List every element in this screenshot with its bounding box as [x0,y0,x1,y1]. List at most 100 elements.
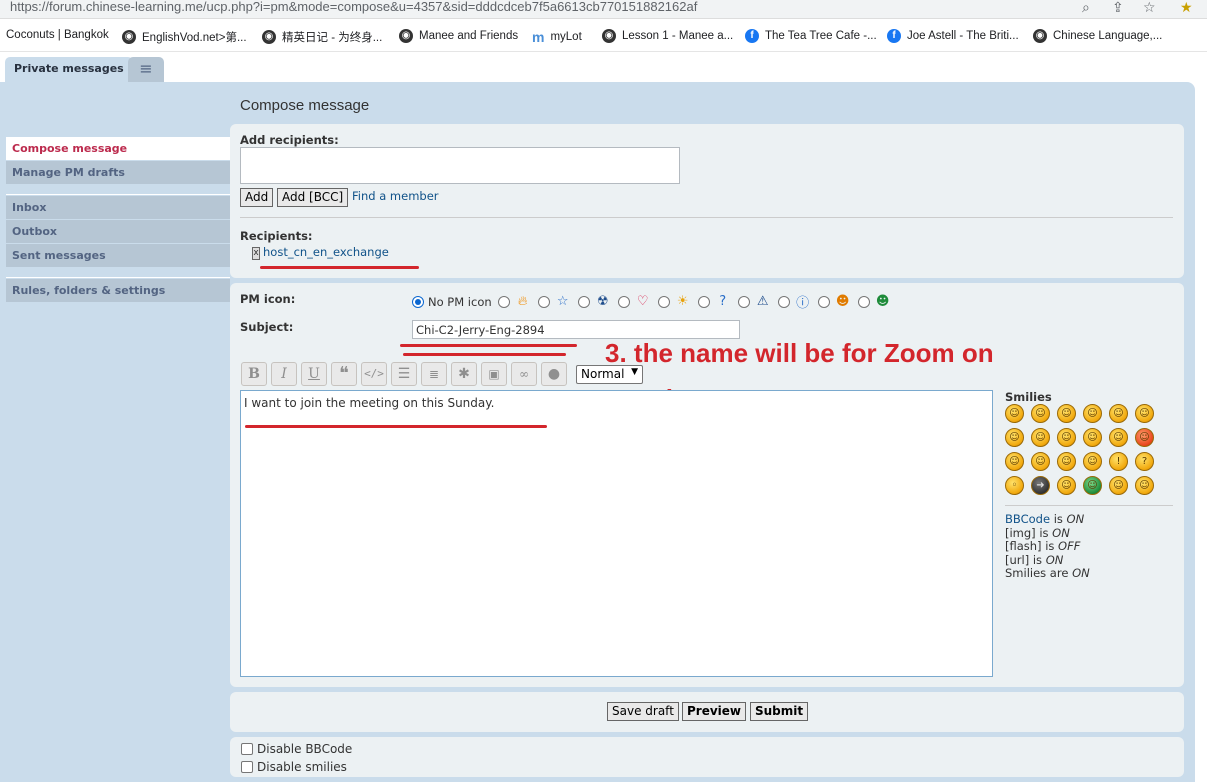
geek-icon[interactable]: ☺ [1109,476,1128,495]
pm-icon-question-option[interactable]: ? [697,294,732,309]
sidebar-item-sent[interactable]: Sent messages [6,244,230,268]
preview-button[interactable]: Preview [682,702,747,721]
radio-selected[interactable] [412,295,424,308]
twisted-icon[interactable]: ☺ [1057,452,1076,471]
extension-icon[interactable]: ★ [1180,0,1193,16]
radio[interactable] [577,295,590,308]
add-bcc-button[interactable]: Add [BCC] [277,188,349,207]
mad-icon[interactable]: ☺ [1083,428,1102,447]
add-button[interactable]: Add [240,188,274,207]
add-recipients-textarea[interactable] [240,147,680,184]
pm-icon-fire-option[interactable]: 🔥︎ [497,294,532,309]
pm-icon-sick-option[interactable]: ☻ [857,294,892,309]
menu-icon[interactable]: ≡ [128,57,164,82]
color-icon[interactable]: ● [541,362,567,386]
sidebar-item-drafts[interactable]: Manage PM drafts [6,161,230,185]
disable-smilies-option[interactable]: Disable smilies [241,760,347,774]
pm-icon-star-option[interactable]: ☆ [537,294,572,309]
sidebar-item-compose[interactable]: Compose message [6,137,230,161]
sidebar-item-outbox[interactable]: Outbox [6,220,230,244]
bookmark-joeastell[interactable]: f Joe Astell - The Briti... [887,29,1019,43]
smile-icon[interactable]: ☺ [1031,404,1050,423]
code-icon[interactable]: </> [361,362,387,386]
pm-icon-radioactive-option[interactable]: ☢ [577,294,612,309]
remove-recipient-button[interactable]: x [252,247,260,260]
image-icon[interactable]: ▣ [481,362,507,386]
radio[interactable] [537,295,550,308]
disable-bbcode-option[interactable]: Disable BBCode [241,742,352,756]
pm-icon-warning-option[interactable]: ⚠ [737,294,772,309]
annotation-underline [403,353,566,356]
exclaim-icon[interactable]: ! [1109,452,1128,471]
confused-icon[interactable]: ☺ [1005,428,1024,447]
sick-icon[interactable]: ☺ [1083,476,1102,495]
radio[interactable] [617,295,630,308]
arrow-icon[interactable]: ➜ [1031,476,1050,495]
razz-icon[interactable]: ☺ [1109,428,1128,447]
surprised-icon[interactable]: ☺ [1109,404,1128,423]
smile-icon[interactable]: ☺ [1005,452,1024,471]
underline-icon[interactable]: U [301,362,327,386]
pm-icon-info-option[interactable]: ⓘ [777,292,812,311]
save-draft-button[interactable]: Save draft [607,702,679,721]
radio[interactable] [777,295,790,308]
tab-private-messages[interactable]: Private messages [5,57,133,84]
cool-icon[interactable]: ☺ [1031,428,1050,447]
question-icon[interactable]: ? [1135,452,1154,471]
italic-icon[interactable]: I [271,362,297,386]
share-icon[interactable]: ⇪ [1112,0,1124,16]
bookmark-coconuts[interactable]: Coconuts | Bangkok [6,29,109,41]
ordered-list-icon[interactable]: ≣ [421,362,447,386]
message-textarea[interactable]: I want to join the meeting on this Sunda… [240,390,993,677]
smile-icon[interactable]: ☺ [1083,404,1102,423]
list-icon[interactable]: ☰ [391,362,417,386]
bookmark-manee[interactable]: ◉ Manee and Friends [399,29,518,43]
wink-icon[interactable]: ☺ [1057,404,1076,423]
recipient-link[interactable]: host_cn_en_exchange [263,245,389,259]
zoom-icon[interactable]: ⌕ [1082,0,1090,16]
sidebar-item-rules[interactable]: Rules, folders & settings [6,279,230,303]
list-item-icon[interactable]: ✱ [451,362,477,386]
pm-icon-none-option[interactable]: No PM icon [412,295,492,309]
link-icon[interactable]: ∞ [511,362,537,386]
uber-geek-icon[interactable]: ☺ [1135,476,1154,495]
bookmark-mylot[interactable]: m myLot [532,29,582,45]
evil-icon[interactable]: ☺ [1031,452,1050,471]
bold-icon[interactable]: B [241,362,267,386]
smile-icon[interactable]: ☺ [1005,404,1024,423]
bbcode-link[interactable]: BBCode [1005,512,1050,526]
radio[interactable] [497,295,510,308]
checkbox[interactable] [241,761,253,773]
add-recipients-label: Add recipients: [240,133,339,147]
url-text[interactable]: https://forum.chinese-learning.me/ucp.ph… [10,0,697,14]
pm-icon-laugh-option[interactable]: ☻ [817,294,852,309]
pm-icon-label: PM icon: [240,292,296,306]
bookmark-jingying[interactable]: ◉ 精英日记 - 为终身... [262,29,382,45]
eek-icon[interactable]: ☺ [1135,404,1154,423]
bookmark-chinese-language[interactable]: ◉ Chinese Language,... [1033,29,1162,43]
bookmark-englishvod[interactable]: ◉ EnglishVod.net>第... [122,29,247,45]
angry-icon[interactable]: ☺ [1135,428,1154,447]
bookmark-lesson1[interactable]: ◉ Lesson 1 - Manee a... [602,29,733,43]
smilies-grid: ☺ ☺ ☺ ☺ ☺ ☺ ☺ ☺ ☺ ☺ ☺ ☺ ☺ ☺ ☺ ☺ ! ? ◦ ➜ … [1005,404,1161,495]
neutral-icon[interactable]: ☺ [1057,476,1076,495]
bookmark-teatree[interactable]: f The Tea Tree Cafe -... [745,29,877,43]
idea-icon[interactable]: ◦ [1005,476,1024,495]
pm-icon-heart-option[interactable]: ♡ [617,294,652,309]
font-size-select[interactable]: Normal ▼ [576,365,643,384]
radio[interactable] [857,295,870,308]
laugh-icon[interactable]: ☺ [1057,428,1076,447]
rolleyes-icon[interactable]: ☺ [1083,452,1102,471]
radio[interactable] [697,295,710,308]
quote-icon[interactable]: ❝ [331,362,357,386]
radio[interactable] [817,295,830,308]
radio[interactable] [657,295,670,308]
sidebar-item-inbox[interactable]: Inbox [6,196,230,220]
checkbox[interactable] [241,743,253,755]
address-bar[interactable]: https://forum.chinese-learning.me/ucp.ph… [0,0,1207,19]
submit-button[interactable]: Submit [750,702,809,721]
radio[interactable] [737,295,750,308]
find-member-link[interactable]: Find a member [352,189,439,203]
pm-icon-sun-option[interactable]: ☀ [657,294,692,309]
star-icon[interactable]: ☆ [1143,0,1156,16]
